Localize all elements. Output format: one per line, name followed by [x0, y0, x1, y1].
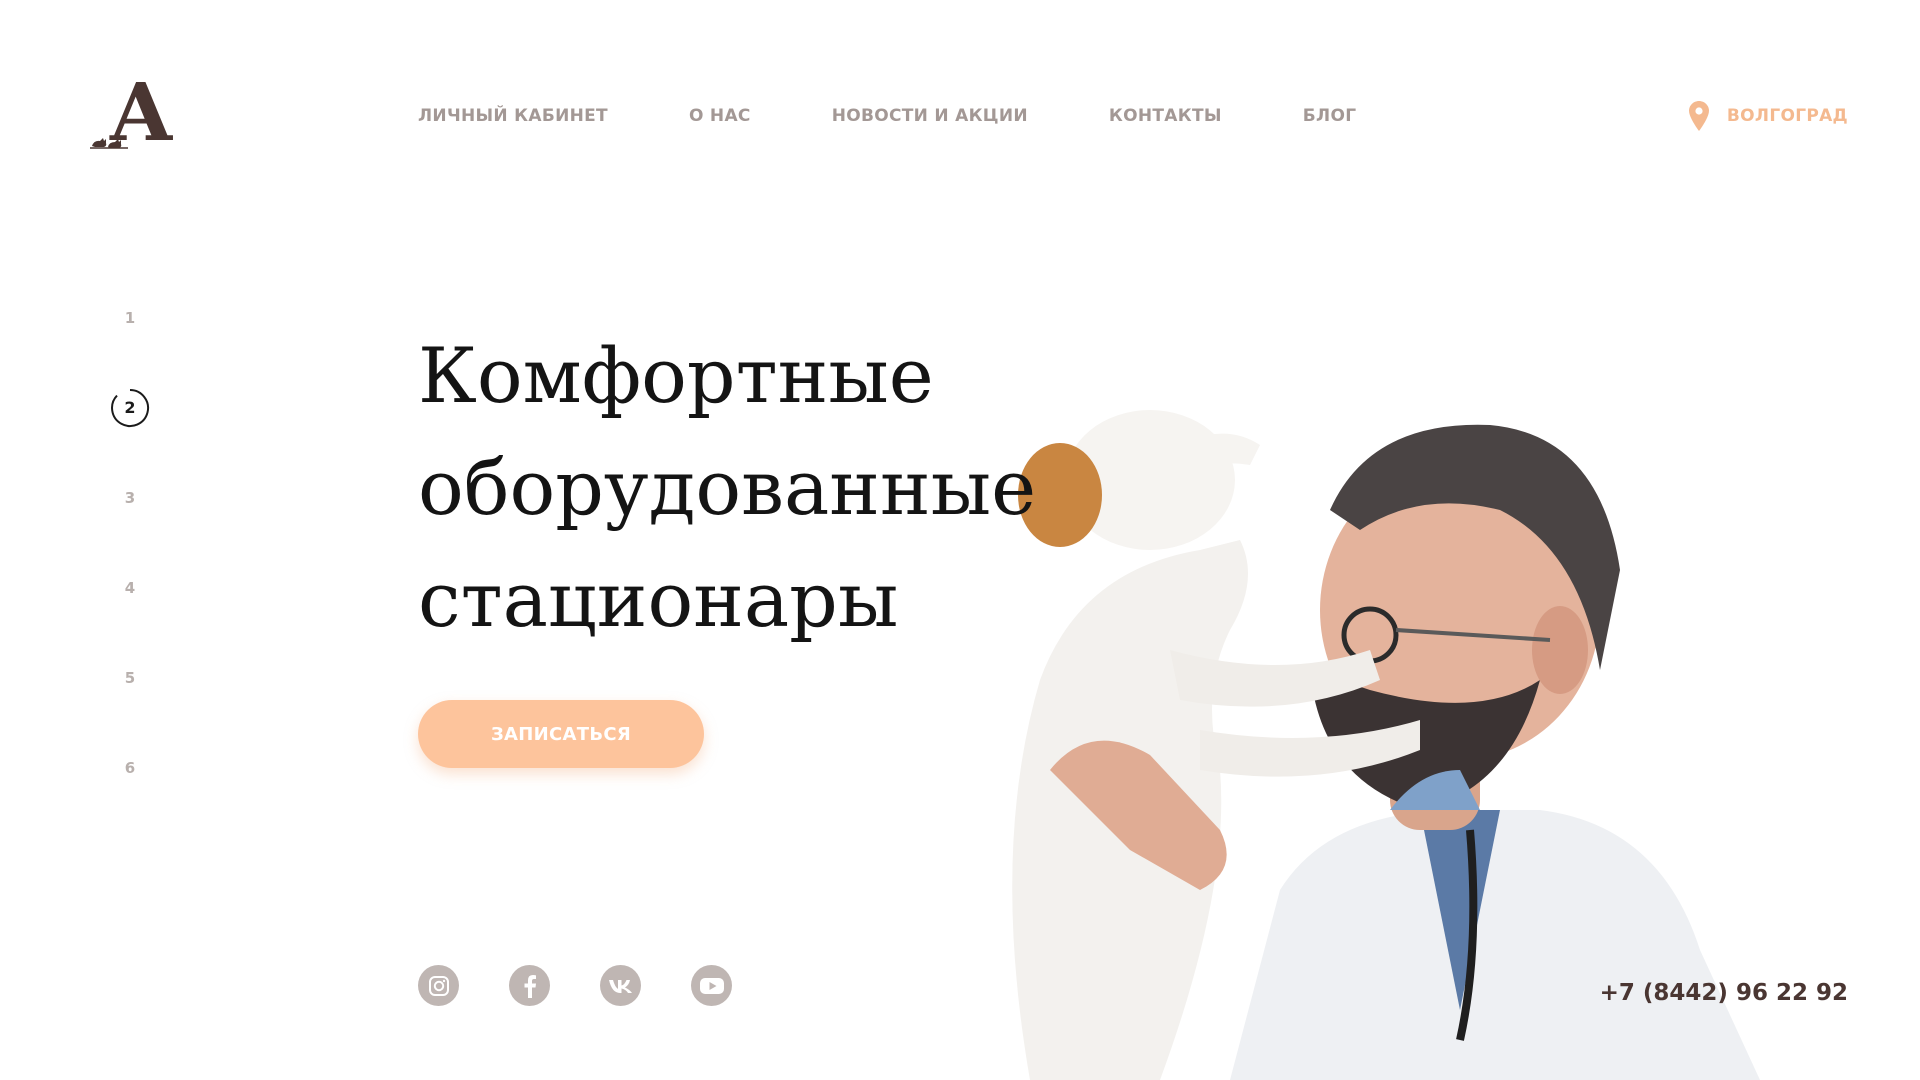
- hero-headline-line-1: Комфортные: [418, 331, 934, 420]
- slide-number-5[interactable]: 5: [110, 658, 150, 698]
- slide-number-2-active[interactable]: 2: [110, 388, 150, 428]
- city-selector[interactable]: ВОЛГОГРАД: [1688, 101, 1848, 131]
- phone-number[interactable]: +7 (8442) 96 22 92: [1600, 980, 1848, 1006]
- slide-number-1[interactable]: 1: [110, 298, 150, 338]
- map-pin-icon: [1688, 101, 1709, 131]
- nav-item-news[interactable]: НОВОСТИ И АКЦИИ: [832, 106, 1028, 126]
- active-slide-ring-icon: [111, 389, 150, 427]
- slide-number-6[interactable]: 6: [110, 748, 150, 788]
- slide-number-4[interactable]: 4: [110, 568, 150, 608]
- youtube-link[interactable]: [691, 965, 732, 1006]
- nav-item-contacts[interactable]: КОНТАКТЫ: [1109, 106, 1222, 126]
- nav-item-about[interactable]: О НАС: [689, 106, 751, 126]
- hero-headline: Комфортные оборудованные стационары: [418, 320, 1036, 656]
- main-nav: ЛИЧНЫЙ КАБИНЕТ О НАС НОВОСТИ И АКЦИИ КОН…: [418, 106, 1437, 126]
- instagram-link[interactable]: [418, 965, 459, 1006]
- slide-number-3[interactable]: 3: [110, 478, 150, 518]
- hero-headline-line-2: оборудованные: [418, 443, 1037, 532]
- instagram-icon: [428, 975, 449, 996]
- cat-silhouettes-icon: [90, 138, 128, 149]
- facebook-link[interactable]: [509, 965, 550, 1006]
- logo[interactable]: A: [88, 72, 184, 158]
- vk-icon: [608, 979, 632, 993]
- vk-link[interactable]: [600, 965, 641, 1006]
- social-links: [418, 965, 782, 1006]
- nav-item-account[interactable]: ЛИЧНЫЙ КАБИНЕТ: [418, 106, 608, 126]
- city-label[interactable]: ВОЛГОГРАД: [1727, 106, 1848, 126]
- nav-item-blog[interactable]: БЛОГ: [1303, 106, 1357, 126]
- hero-headline-line-3: стационары: [418, 555, 899, 644]
- youtube-icon: [699, 977, 724, 994]
- facebook-icon: [524, 974, 536, 998]
- signup-button[interactable]: ЗАПИСАТЬСЯ: [418, 700, 704, 768]
